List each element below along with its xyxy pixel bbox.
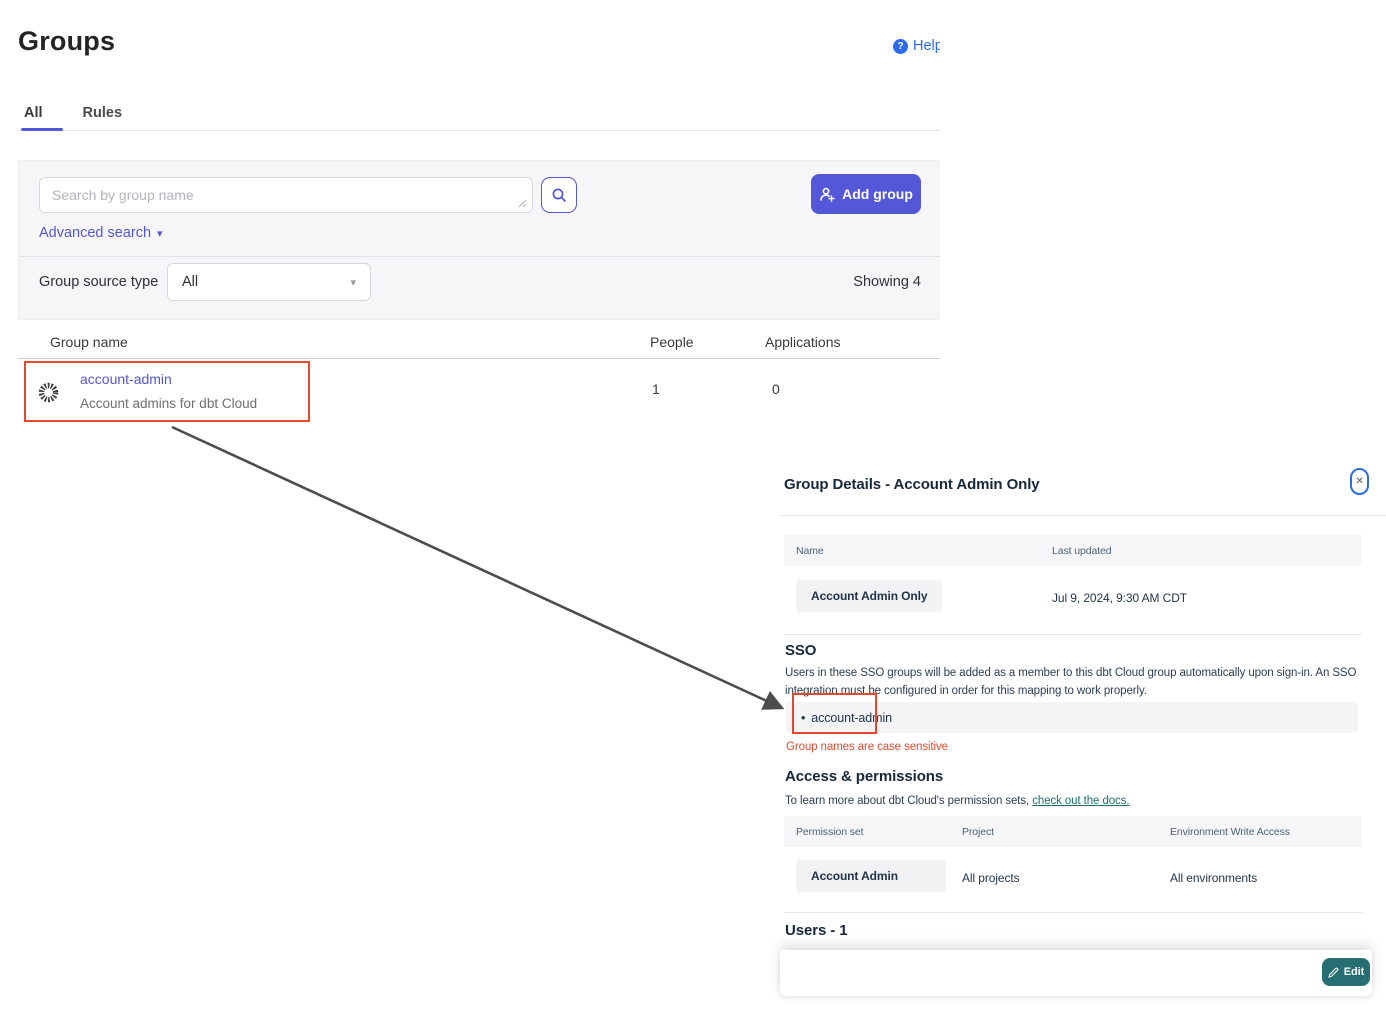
page-title: Groups xyxy=(18,26,115,57)
resize-handle-icon[interactable] xyxy=(517,198,527,208)
last-updated-value: Jul 9, 2024, 9:30 AM CDT xyxy=(1052,591,1187,605)
close-button[interactable]: ✕ xyxy=(1350,468,1369,495)
add-user-icon xyxy=(819,187,835,202)
group-source-type-value: All xyxy=(182,274,350,290)
access-intro-text: To learn more about dbt Cloud's permissi… xyxy=(785,795,1029,807)
group-source-type-label: Group source type xyxy=(39,274,158,290)
tab-all[interactable]: All xyxy=(24,105,43,121)
info-header-name: Name xyxy=(796,545,824,557)
showing-count: Showing 4 xyxy=(853,274,921,290)
docs-link[interactable]: check out the docs. xyxy=(1032,795,1129,807)
tab-bar: All Rules xyxy=(24,105,122,121)
group-details-panel: Group Details - Account Admin Only ✕ Nam… xyxy=(780,460,1386,1009)
details-header-divider xyxy=(780,515,1386,516)
details-title: Group Details - Account Admin Only xyxy=(784,476,1040,493)
close-icon: ✕ xyxy=(1355,476,1363,487)
search-placeholder: Search by group name xyxy=(52,187,520,203)
users-heading: Users - 1 xyxy=(785,922,847,939)
active-tab-indicator xyxy=(21,128,63,131)
environment-value: All environments xyxy=(1170,871,1257,885)
column-header-group-name: Group name xyxy=(50,334,128,350)
pencil-icon xyxy=(1328,967,1339,978)
search-button[interactable] xyxy=(541,177,577,213)
access-permissions-heading: Access & permissions xyxy=(785,768,943,785)
header-environment-write-access: Environment Write Access xyxy=(1170,826,1290,838)
header-permission-set: Permission set xyxy=(796,826,863,838)
project-value: All projects xyxy=(962,871,1020,885)
help-link[interactable]: ? Help xyxy=(893,38,940,54)
permissions-table-bottom-divider xyxy=(784,912,1362,913)
annotation-highlight-sso-group xyxy=(792,693,877,734)
add-group-label: Add group xyxy=(842,186,913,202)
filter-panel: Search by group name Advanced search xyxy=(18,160,940,320)
info-table-header-row: Name Last updated xyxy=(784,535,1362,566)
header-project: Project xyxy=(962,826,994,838)
annotation-highlight-group-row xyxy=(24,361,310,422)
tab-rules[interactable]: Rules xyxy=(83,105,123,121)
question-circle-icon: ? xyxy=(893,39,908,54)
filter-panel-divider xyxy=(19,256,940,257)
add-group-button[interactable]: Add group xyxy=(811,174,921,214)
info-table-bottom-divider xyxy=(784,634,1362,635)
caret-down-icon xyxy=(157,225,163,241)
table-header-divider xyxy=(18,358,940,359)
group-name-chip: Account Admin Only xyxy=(796,580,942,612)
permissions-table-header-row: Permission set Project Environment Write… xyxy=(784,816,1362,847)
advanced-search-toggle[interactable]: Advanced search xyxy=(39,225,163,241)
chevron-down-icon xyxy=(350,274,356,290)
column-header-applications: Applications xyxy=(765,334,841,350)
permission-set-chip: Account Admin xyxy=(796,860,946,892)
tabs-divider xyxy=(18,130,940,131)
case-sensitive-note: Group names are case sensitive xyxy=(786,741,948,753)
edit-label: Edit xyxy=(1344,966,1364,978)
group-source-type-select[interactable]: All xyxy=(167,263,371,301)
details-footer-bar xyxy=(780,950,1372,996)
edit-button[interactable]: Edit xyxy=(1322,958,1370,986)
sso-heading: SSO xyxy=(785,642,816,659)
access-intro: To learn more about dbt Cloud's permissi… xyxy=(785,793,1363,811)
search-input[interactable]: Search by group name xyxy=(39,177,533,213)
advanced-search-label: Advanced search xyxy=(39,225,151,241)
search-icon xyxy=(551,187,567,203)
column-header-people: People xyxy=(650,334,694,350)
people-count: 1 xyxy=(652,381,660,397)
applications-count: 0 xyxy=(772,381,780,397)
help-label: Help xyxy=(913,38,940,54)
info-header-last-updated: Last updated xyxy=(1052,545,1112,557)
